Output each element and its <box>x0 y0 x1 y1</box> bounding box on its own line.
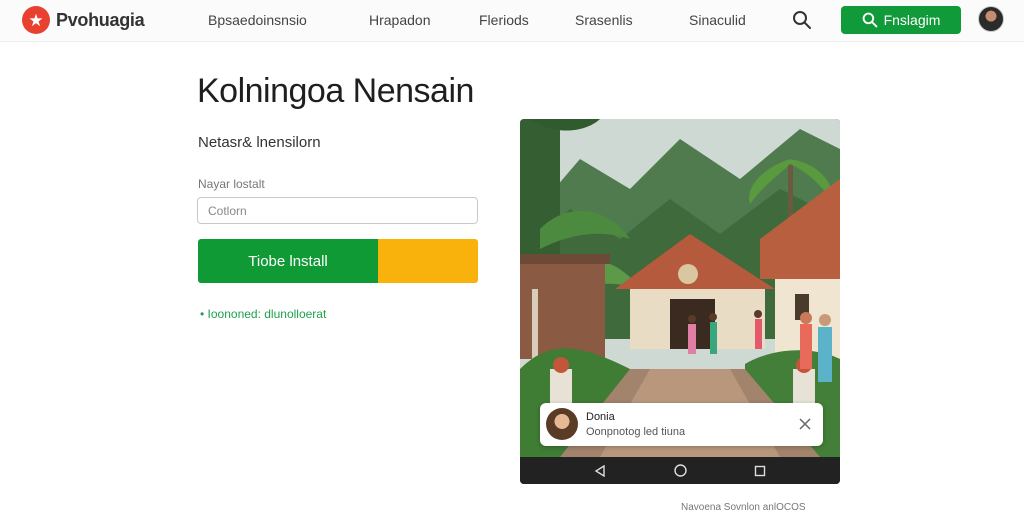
search-icon <box>793 11 811 29</box>
install-button-label: Tiobe lnstall <box>198 239 378 283</box>
user-avatar[interactable] <box>978 6 1004 32</box>
notification-name: Donia <box>586 411 615 423</box>
recents-icon[interactable] <box>753 464 767 478</box>
page-title: Kolningoa Nensain <box>197 72 474 110</box>
info-link[interactable]: • Ioononed: dlunolloerat <box>200 307 326 321</box>
brand-name: Pvohuagia <box>56 9 145 30</box>
nav-item-3[interactable]: Fleriods <box>479 12 529 28</box>
phone-nav-bar <box>520 457 840 484</box>
field-label: Nayar lostalt <box>198 177 265 191</box>
install-button[interactable]: Tiobe lnstall <box>198 239 478 283</box>
brand-logo[interactable]: ★ Pvohuagia <box>22 6 145 34</box>
nav-item-1[interactable]: Bpsaedoinsnsio <box>208 12 307 28</box>
footer-text: Navoena Sovnlon anlOCOS <box>681 502 806 512</box>
name-input[interactable] <box>197 197 478 224</box>
page: ★ Pvohuagia Bpsaedoinsnsio Hrapadon Fler… <box>0 0 1024 512</box>
close-icon[interactable] <box>797 416 813 432</box>
home-icon[interactable] <box>673 464 687 478</box>
back-icon[interactable] <box>593 464 607 478</box>
nav-item-2[interactable]: Hrapadon <box>369 12 431 28</box>
page-subtitle: Netasr& lnensilorn <box>198 134 321 151</box>
install-button-accent <box>378 239 478 283</box>
cta-button[interactable]: Fnslagim <box>841 6 961 34</box>
nav-item-4[interactable]: Srasenlis <box>575 12 633 28</box>
cta-label: Fnslagim <box>883 12 941 28</box>
nav-item-5[interactable]: Sinaculid <box>689 12 746 28</box>
search-button[interactable] <box>790 8 814 32</box>
phone-preview: Donia Oonpnotog led tiuna <box>520 119 840 484</box>
top-header: ★ Pvohuagia Bpsaedoinsnsio Hrapadon Fler… <box>0 0 1024 42</box>
notification-card[interactable]: Donia Oonpnotog led tiuna <box>540 403 823 446</box>
notification-text: Oonpnotog led tiuna <box>586 426 686 438</box>
notification-avatar <box>546 408 578 440</box>
search-icon <box>862 12 877 28</box>
star-logo-icon: ★ <box>22 6 50 34</box>
